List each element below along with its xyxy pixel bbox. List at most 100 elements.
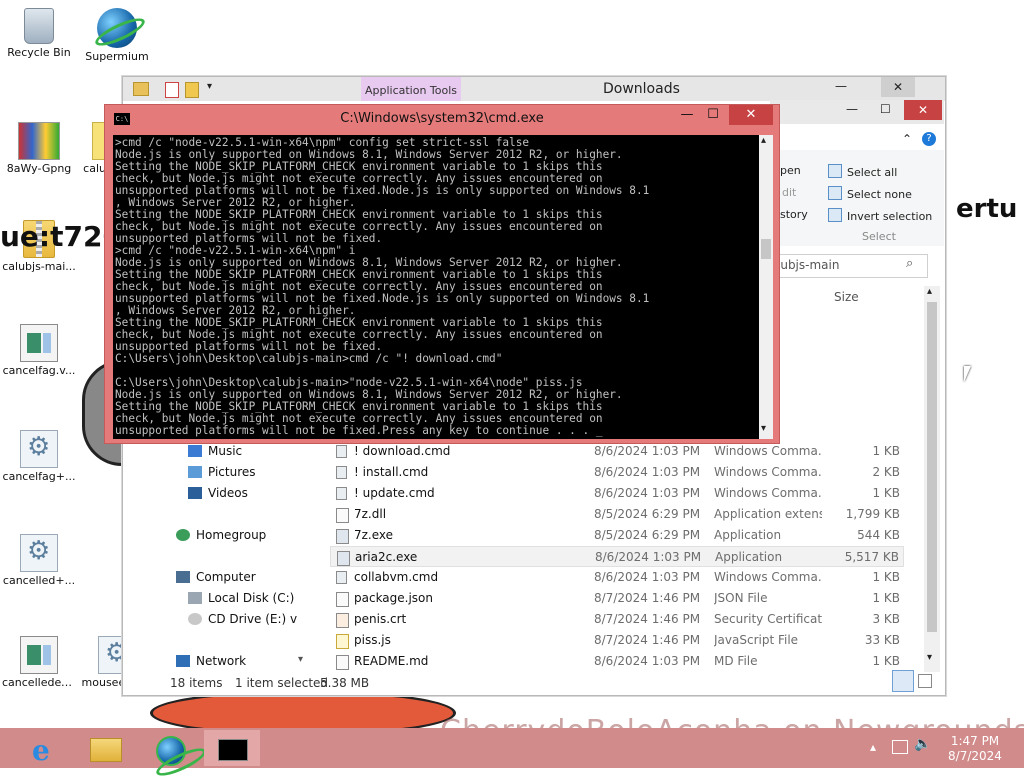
invert-selection-label: Invert selection <box>847 210 933 223</box>
nav-label: Music <box>208 444 243 458</box>
chevron-down-icon[interactable]: ▾ <box>207 81 212 92</box>
select-none-button[interactable]: Select none <box>828 186 912 201</box>
desktop-icon-label: calu <box>83 162 106 175</box>
internet-explorer-icon: e <box>32 734 50 767</box>
table-row[interactable]: ! download.cmd 8/6/2024 1:03 PM Windows Co… <box>330 441 904 462</box>
maximize-button[interactable]: ☐ <box>880 102 891 116</box>
column-header-size[interactable]: Size <box>834 290 859 304</box>
select-all-button[interactable]: Select all <box>828 164 897 179</box>
volume-icon[interactable]: 🔈 <box>914 736 931 752</box>
file-name: collabvm.cmd <box>354 570 439 584</box>
desktop-icon-cancelfag-plus[interactable]: cancelfag+... <box>2 430 76 483</box>
cmd-titlebar[interactable]: C:\ C:\Windows\system32\cmd.exe — ☐ ✕ <box>105 105 779 133</box>
maximize-button[interactable]: ☐ <box>701 105 725 125</box>
scrollbar-thumb[interactable] <box>761 239 771 259</box>
table-row[interactable]: collabvm.cmd 8/6/2024 1:03 PM Windows Comm… <box>330 567 904 588</box>
search-input[interactable]: lubjs-main <box>770 254 928 278</box>
table-row[interactable]: README.md 8/6/2024 1:03 PM MD File 1 KB <box>330 651 904 672</box>
file-name: ! install.cmd <box>354 465 429 479</box>
edit-button[interactable]: dit <box>782 186 796 199</box>
properties-icon[interactable] <box>165 82 179 98</box>
table-row[interactable]: penis.crt 8/7/2024 1:46 PM Security Certif… <box>330 609 904 630</box>
large-icons-view-button[interactable] <box>918 674 932 688</box>
file-date: 8/6/2024 1:03 PM <box>594 465 701 479</box>
application-tools-tab[interactable]: Application Tools <box>361 77 461 101</box>
minimize-button[interactable]: — <box>846 102 858 116</box>
cmd-file-icon <box>336 487 347 500</box>
taskbar-ie-button[interactable]: e <box>18 730 74 767</box>
console-output: >cmd /c "node-v22.5.1-win-x64\npm" confi… <box>115 136 650 437</box>
file-type: JSON File <box>714 591 768 605</box>
table-row[interactable]: package.json 8/7/2024 1:46 PM JSON File 1 K… <box>330 588 904 609</box>
help-icon[interactable]: ? <box>922 132 936 146</box>
cmd-scrollbar[interactable]: ▴ ▾ <box>759 135 773 439</box>
desktop-icon-calu[interactable]: calu <box>70 122 108 175</box>
table-row[interactable]: 7z.dll 8/5/2024 6:29 PM Application extens… <box>330 504 904 525</box>
settings-file-icon <box>20 534 58 572</box>
desktop-icon-label: cancelled+... <box>2 574 76 587</box>
console-output-area[interactable]: >cmd /c "node-v22.5.1-win-x64\npm" confi… <box>113 135 759 439</box>
desktop-icon-label: cancelfag+... <box>2 470 76 483</box>
desktop-icon-cancelled-plus[interactable]: cancelled+... <box>2 534 76 587</box>
history-button[interactable]: story <box>780 208 808 221</box>
details-view-button[interactable] <box>892 670 914 692</box>
close-button[interactable]: ✕ <box>881 77 915 97</box>
desktop-icon-8awy[interactable]: 8aWy-Gpng <box>2 122 76 175</box>
close-button[interactable]: ✕ <box>904 100 942 120</box>
minimize-button[interactable]: — <box>835 79 847 93</box>
status-bar: 18 items 1 item selected 5.38 MB <box>122 670 944 694</box>
cmd-window[interactable]: C:\ C:\Windows\system32\cmd.exe — ☐ ✕ >c… <box>104 104 780 444</box>
explorer-titlebar[interactable]: ▾ Application Tools Downloads — ✕ <box>123 77 945 101</box>
scrollbar-thumb[interactable] <box>927 302 937 632</box>
invert-selection-icon <box>828 208 842 222</box>
md-file-icon <box>336 655 349 670</box>
nav-music[interactable]: Music <box>188 444 242 458</box>
clock-time: 1:47 PM <box>950 734 1000 748</box>
scroll-up-icon[interactable]: ▴ <box>927 286 932 297</box>
dll-file-icon <box>336 508 349 523</box>
certificate-file-icon <box>336 613 349 628</box>
exe-file-icon <box>337 551 350 566</box>
file-name: ! download.cmd <box>354 444 451 458</box>
minimize-button[interactable]: — <box>675 105 699 125</box>
nav-videos[interactable]: Videos <box>188 486 248 500</box>
table-row[interactable]: ! update.cmd 8/6/2024 1:03 PM Windows Comm… <box>330 483 904 504</box>
nav-homegroup[interactable]: Homegroup <box>176 528 266 542</box>
taskbar-explorer-button[interactable] <box>78 730 134 766</box>
scroll-up-icon[interactable]: ▴ <box>761 135 766 146</box>
selected-size: 5.38 MB <box>320 676 370 690</box>
file-size: 1 KB <box>872 654 900 668</box>
taskbar-cmd-button[interactable] <box>204 730 260 766</box>
nav-network[interactable]: Network <box>176 654 246 668</box>
taskbar-supermium-button[interactable] <box>142 730 198 766</box>
file-size: 2 KB <box>872 465 900 479</box>
show-hidden-icons-icon[interactable]: ▴ <box>870 740 876 754</box>
table-row[interactable]: ! install.cmd 8/6/2024 1:03 PM Windows Com… <box>330 462 904 483</box>
nav-label: Network <box>196 654 247 668</box>
nav-cd-drive[interactable]: CD Drive (E:) virti <box>188 612 298 626</box>
network-status-icon[interactable] <box>892 740 908 754</box>
invert-selection-button[interactable]: Invert selection <box>828 208 932 223</box>
file-list-scrollbar[interactable]: ▴ ▾ <box>924 286 940 672</box>
collapse-ribbon-icon[interactable]: ⌃ <box>902 132 912 146</box>
search-icon[interactable]: ⌕ <box>906 256 913 271</box>
desktop-icon-cancelledex[interactable]: cancelledex... <box>2 636 76 689</box>
table-row-selected[interactable]: aria2c.exe 8/6/2024 1:03 PM Application 5,5… <box>330 546 904 567</box>
nav-pictures[interactable]: Pictures <box>188 465 256 479</box>
scroll-down-icon[interactable]: ▾ <box>761 423 766 434</box>
open-button[interactable]: pen <box>780 164 801 177</box>
table-row[interactable]: piss.js 8/7/2024 1:46 PM JavaScript File 33… <box>330 630 904 651</box>
scroll-down-icon[interactable]: ▾ <box>927 652 932 663</box>
table-row[interactable]: 7z.exe 8/5/2024 6:29 PM Application 544 KB <box>330 525 904 546</box>
nav-local-disk[interactable]: Local Disk (C:) <box>188 591 294 605</box>
desktop-icon-supermium[interactable]: Supermium <box>80 8 154 63</box>
nav-computer[interactable]: Computer <box>176 570 256 584</box>
taskbar-clock[interactable]: 1:47 PM 8/7/2024 <box>940 734 1010 764</box>
file-date: 8/7/2024 1:46 PM <box>594 633 701 647</box>
desktop-icon-recycle-bin[interactable]: Recycle Bin <box>2 8 76 59</box>
new-folder-icon[interactable] <box>185 82 199 98</box>
close-button[interactable]: ✕ <box>729 105 773 125</box>
desktop-icon-cancelfag-v[interactable]: cancelfag.v... <box>2 324 76 377</box>
file-type: Application <box>715 550 783 564</box>
nav-scroll-down-icon[interactable]: ▾ <box>298 654 303 665</box>
